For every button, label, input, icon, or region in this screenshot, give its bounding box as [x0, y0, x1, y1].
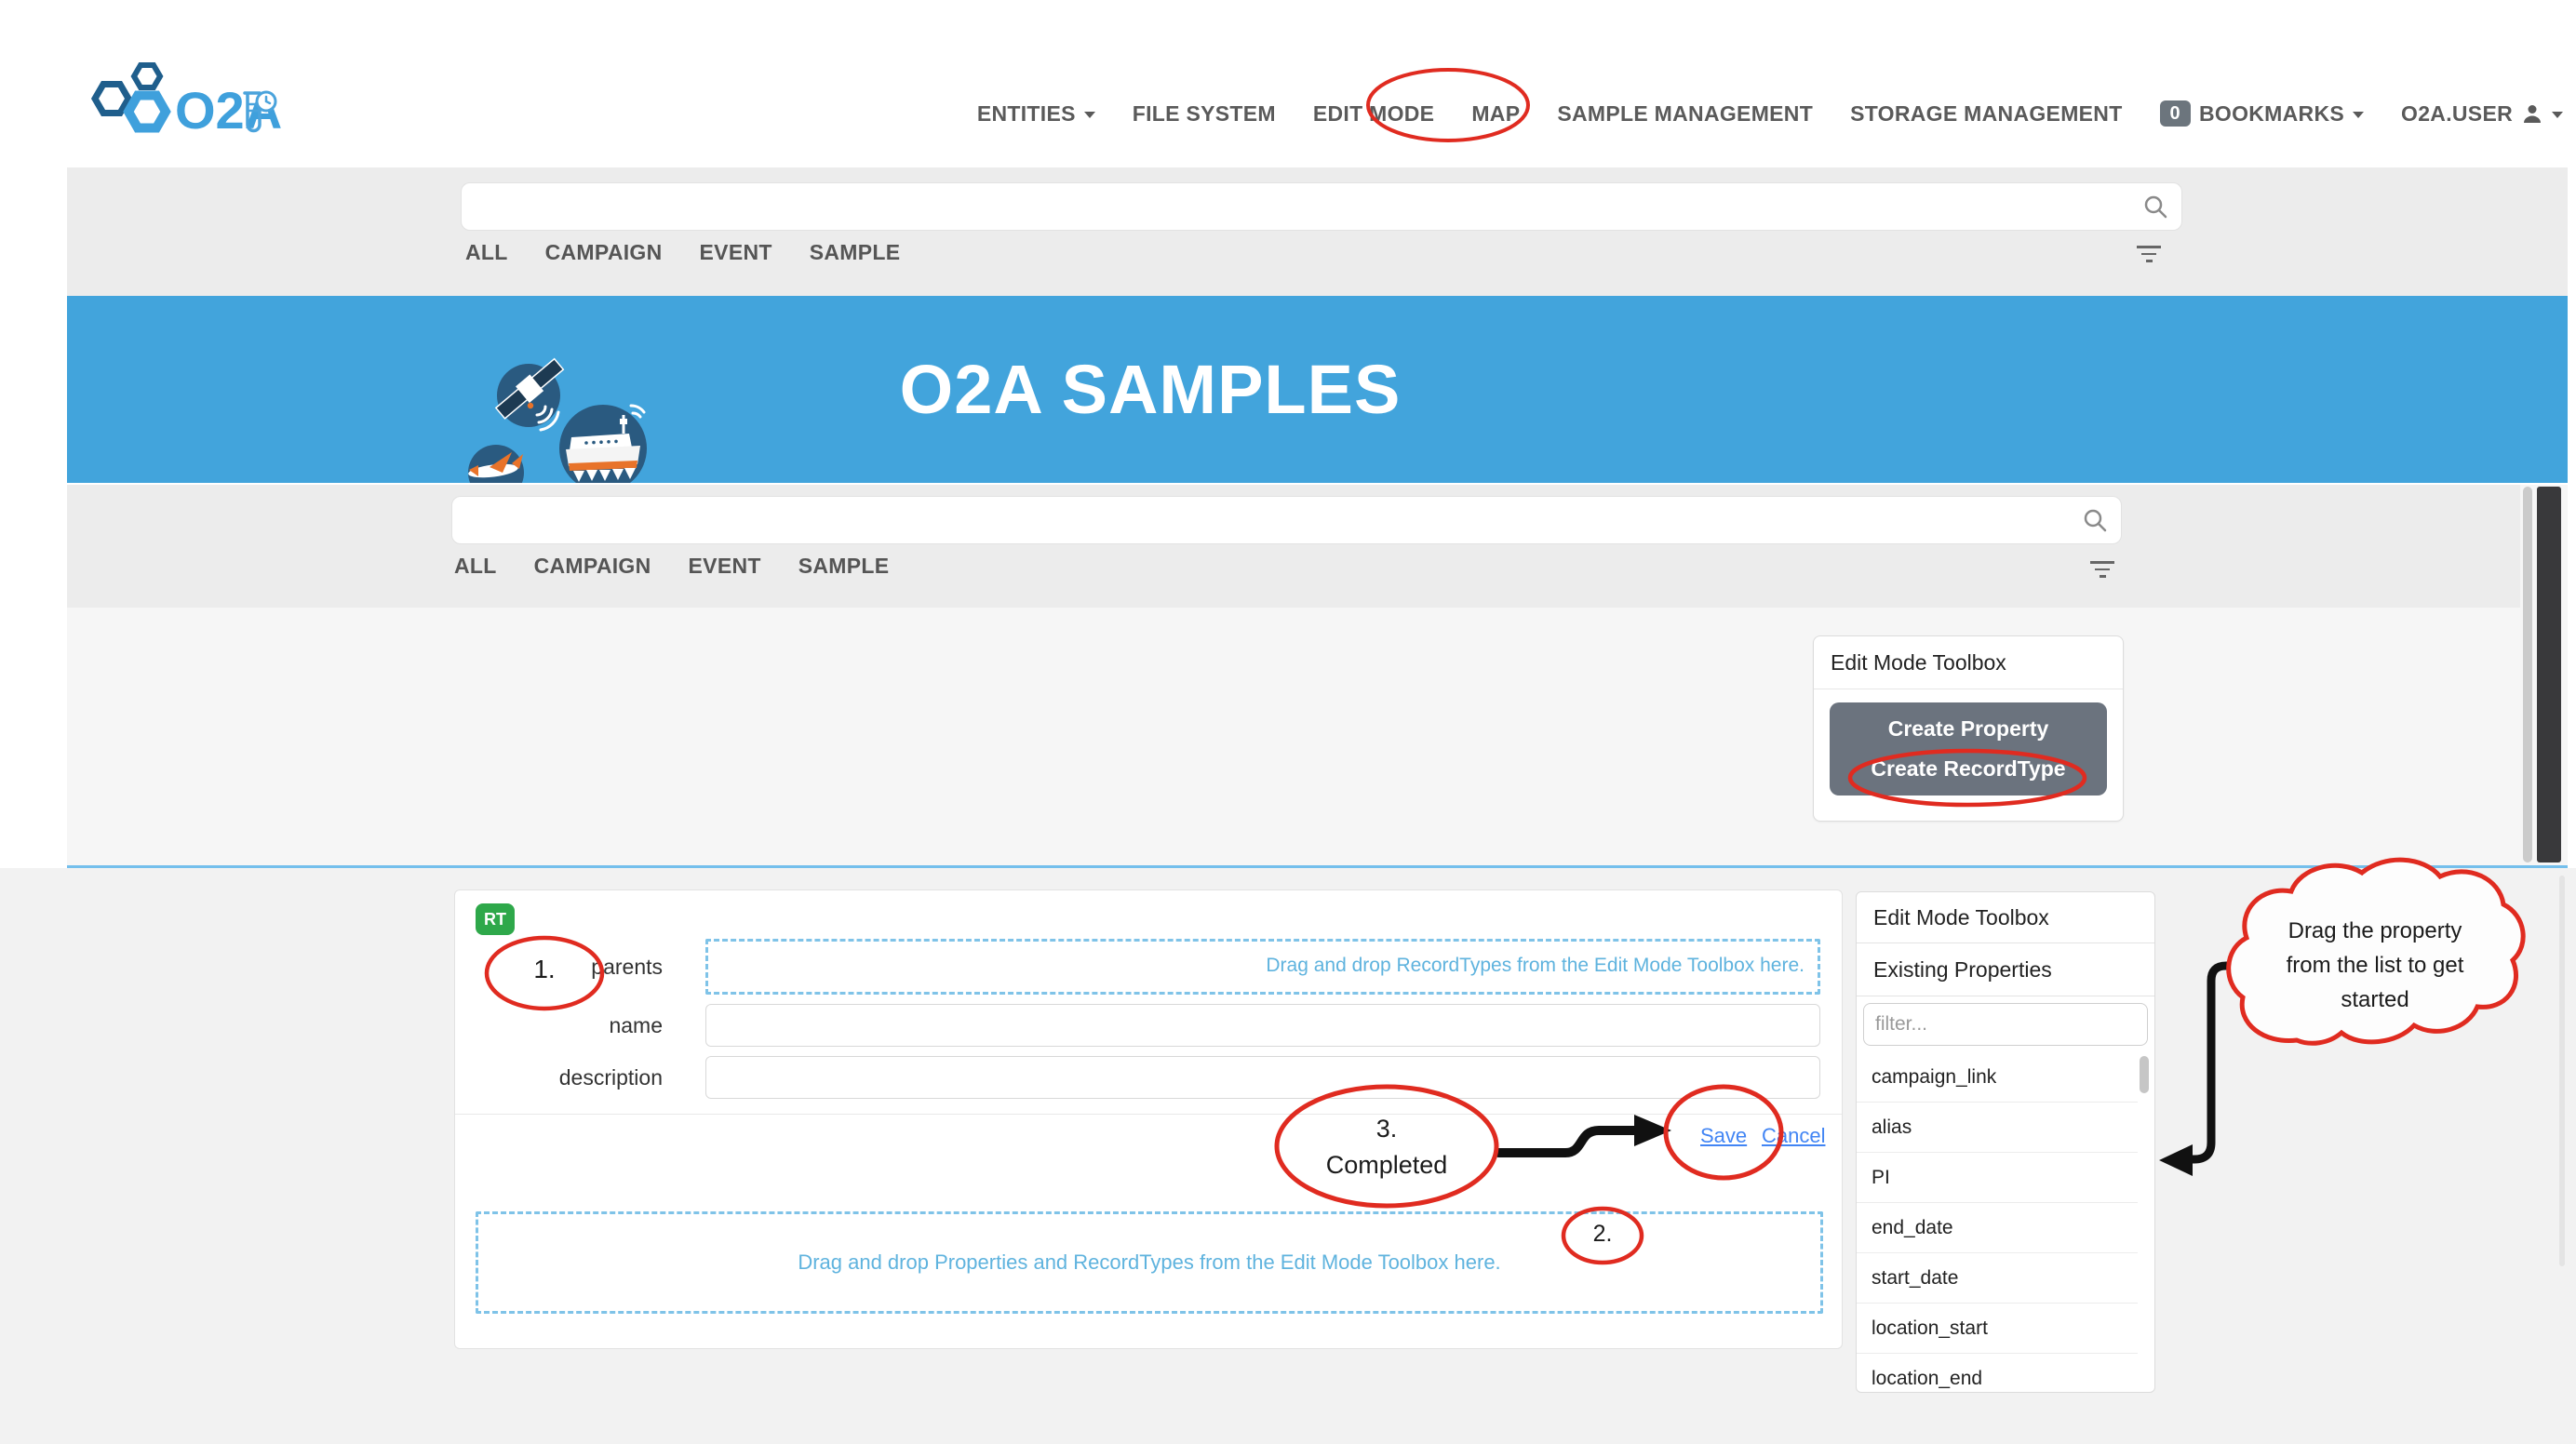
nav-item-bookmarks[interactable]: 0 BOOKMARKS	[2160, 100, 2364, 127]
save-link[interactable]: Save	[1700, 1124, 1747, 1148]
cancel-link[interactable]: Cancel	[1762, 1124, 1825, 1148]
property-filter-input[interactable]	[1863, 1003, 2148, 1046]
logo-flask-icon	[235, 89, 278, 140]
filter-row	[1857, 996, 2154, 1052]
property-item[interactable]: start_date	[1857, 1253, 2138, 1304]
search-box	[461, 182, 2182, 231]
nav-item-label: EDIT MODE	[1313, 101, 1434, 127]
search-input[interactable]	[452, 497, 2121, 543]
existing-properties-title: Existing Properties	[1857, 943, 2154, 996]
search-tab-all[interactable]: ALL	[454, 554, 497, 579]
chevron-down-icon	[2552, 112, 2563, 118]
nav-item-entities[interactable]: ENTITIES	[977, 101, 1095, 127]
search-tab-event[interactable]: EVENT	[700, 240, 772, 265]
property-item[interactable]: location_start	[1857, 1304, 2138, 1354]
nav-item-map[interactable]: MAP	[1471, 101, 1520, 127]
description-input[interactable]	[705, 1056, 1820, 1099]
search-tab-event[interactable]: EVENT	[689, 554, 761, 579]
page-scrollbar-track[interactable]	[2559, 876, 2565, 1266]
inner-search-section: ALL CAMPAIGN EVENT SAMPLE	[67, 485, 2520, 608]
banner-illustration	[447, 316, 707, 483]
toolbox-title: Edit Mode Toolbox	[1814, 636, 2123, 689]
frame-scrollbar-dark[interactable]	[2537, 487, 2561, 862]
search-icon[interactable]	[2082, 507, 2108, 533]
search-tab-campaign[interactable]: CAMPAIGN	[534, 554, 651, 579]
property-item[interactable]: PI	[1857, 1153, 2138, 1203]
edit-workspace: RT parents Drag and drop RecordTypes fro…	[0, 868, 2576, 1444]
panel-title: Edit Mode Toolbox	[1857, 892, 2154, 943]
parents-label: parents	[455, 953, 676, 981]
app-header: O2A ENTITIES FILE SYSTEM EDIT MODE MAP S…	[0, 0, 2576, 167]
search-tab-all[interactable]: ALL	[465, 240, 508, 265]
properties-panel: Edit Mode Toolbox Existing Properties ca…	[1856, 891, 2155, 1393]
filter-icon[interactable]	[2088, 561, 2116, 582]
search-filter-tabs: ALL CAMPAIGN EVENT SAMPLE	[454, 554, 889, 579]
property-item[interactable]: campaign_link	[1857, 1052, 2138, 1103]
search-input[interactable]	[462, 183, 2181, 230]
search-icon[interactable]	[2142, 194, 2168, 220]
bookmarks-label: BOOKMARKS	[2199, 101, 2344, 127]
outer-search-section: ALL CAMPAIGN EVENT SAMPLE	[67, 167, 2568, 296]
embedded-edit-frame: ALL CAMPAIGN EVENT SAMPLE Edit Mode Tool…	[67, 485, 2568, 868]
nav-item-label: SAMPLE MANAGEMENT	[1557, 101, 1813, 127]
nav-item-file-system[interactable]: FILE SYSTEM	[1133, 101, 1276, 127]
chevron-down-icon	[2353, 112, 2364, 118]
parents-dropzone[interactable]: Drag and drop RecordTypes from the Edit …	[705, 939, 1820, 995]
page-title: O2A SAMPLES	[900, 350, 1402, 429]
search-filter-tabs: ALL CAMPAIGN EVENT SAMPLE	[465, 240, 900, 265]
nav-item-label: FILE SYSTEM	[1133, 101, 1276, 127]
body-dropzone[interactable]: Drag and drop Properties and RecordTypes…	[476, 1211, 1823, 1314]
chevron-down-icon	[1084, 112, 1095, 118]
bookmarks-count-badge: 0	[2160, 100, 2191, 127]
nav-item-storage-management[interactable]: STORAGE MANAGEMENT	[1850, 101, 2122, 127]
frame-scrollbar-light[interactable]	[2523, 487, 2532, 862]
search-tab-sample[interactable]: SAMPLE	[810, 240, 901, 265]
nav-item-label: MAP	[1471, 101, 1520, 127]
search-box	[451, 496, 2122, 544]
name-input[interactable]	[705, 1004, 1820, 1047]
nav-item-sample-management[interactable]: SAMPLE MANAGEMENT	[1557, 101, 1813, 127]
search-tab-sample[interactable]: SAMPLE	[798, 554, 890, 579]
nav-item-label: STORAGE MANAGEMENT	[1850, 101, 2122, 127]
toolbox-buttons: Create Property Create RecordType	[1830, 702, 2107, 796]
record-type-badge: RT	[476, 903, 515, 935]
name-label: name	[455, 1011, 676, 1039]
main-nav: ENTITIES FILE SYSTEM EDIT MODE MAP SAMPL…	[977, 89, 2563, 138]
search-tab-campaign[interactable]: CAMPAIGN	[545, 240, 663, 265]
list-scrollbar-thumb[interactable]	[2140, 1056, 2149, 1093]
record-type-card: RT parents Drag and drop RecordTypes fro…	[454, 889, 1843, 1349]
user-label: O2A.USER	[2401, 101, 2513, 127]
property-item[interactable]: alias	[1857, 1103, 2138, 1153]
person-icon	[2521, 102, 2543, 125]
filter-icon[interactable]	[2135, 246, 2163, 266]
nav-item-label: ENTITIES	[977, 101, 1076, 127]
description-label: description	[455, 1063, 676, 1091]
create-recordtype-button[interactable]: Create RecordType	[1830, 756, 2107, 782]
property-item[interactable]: end_date	[1857, 1203, 2138, 1253]
form-divider	[455, 1114, 1842, 1115]
property-item[interactable]: location_end	[1857, 1354, 2138, 1393]
nav-item-edit-mode[interactable]: EDIT MODE	[1313, 101, 1434, 127]
user-menu[interactable]: O2A.USER	[2401, 101, 2563, 127]
banner: O2A SAMPLES	[67, 296, 2568, 483]
edit-mode-toolbox-card: Edit Mode Toolbox Create Property Create…	[1813, 635, 2124, 822]
create-property-button[interactable]: Create Property	[1830, 716, 2107, 742]
